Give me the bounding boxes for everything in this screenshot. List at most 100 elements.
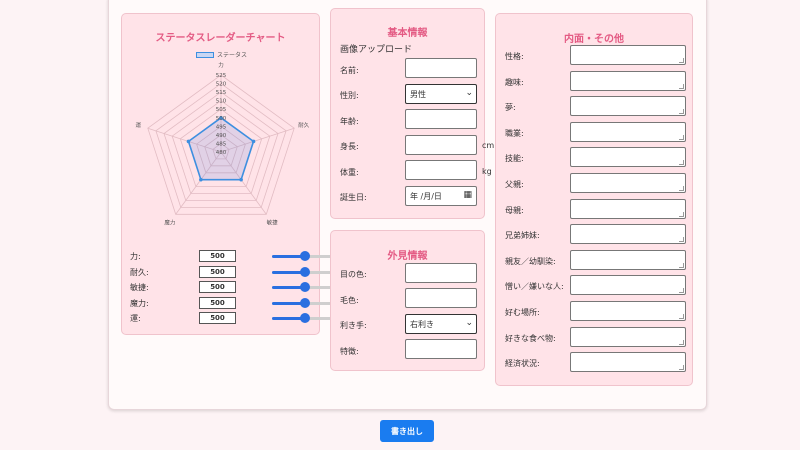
basic-info-title: 基本情報	[387, 28, 428, 39]
inner-field-textarea[interactable]	[570, 275, 686, 296]
weight-unit: kg	[482, 167, 492, 176]
legend-swatch	[196, 51, 214, 58]
calendar-icon: ▦	[463, 190, 472, 200]
radar-point	[186, 139, 191, 144]
radar-legend: ステータス	[196, 50, 247, 59]
name-input[interactable]	[405, 58, 477, 78]
inner-field-label: 趣味:	[505, 77, 524, 87]
inner-field-label: 性格:	[505, 52, 524, 61]
radar-axis-label: 魔力	[164, 218, 175, 226]
image-upload-label[interactable]: 画像アップロード	[340, 42, 412, 55]
inner-field-textarea[interactable]	[570, 198, 686, 219]
eye-color-input[interactable]	[405, 263, 477, 283]
inner-field-label: 好む場所:	[505, 308, 540, 317]
radar-axis-label: 運	[136, 122, 142, 129]
stat-value-input[interactable]: 500	[199, 250, 236, 262]
gender-select[interactable]: 男性 ⌄	[405, 84, 477, 104]
inner-field-label: 兄弟姉妹:	[505, 231, 540, 241]
height-input[interactable]	[405, 135, 477, 155]
inner-field-label: 好きな食べ物:	[505, 333, 556, 343]
chevron-down-icon: ⌄	[465, 318, 473, 328]
stat-slider[interactable]	[272, 297, 337, 309]
inner-field-label: 職業:	[505, 128, 524, 138]
inner-field-textarea[interactable]	[570, 301, 686, 321]
inner-field-label: 憎い／嫌いな人:	[505, 282, 564, 292]
radar-point	[239, 177, 243, 182]
inner-field-label: 親友／幼馴染:	[505, 256, 556, 266]
gender-value: 男性	[410, 89, 426, 99]
radar-tick-label: 520	[216, 82, 227, 88]
legend-label: ステータス	[217, 52, 248, 59]
stat-value-input[interactable]: 500	[199, 312, 236, 324]
handedness-value: 右利き	[410, 319, 434, 329]
appearance-panel: 外見情報 目の色: 毛色: 利き手: 右利き ⌄ 特徴:	[330, 230, 485, 371]
inner-title: 内面・その他	[564, 34, 624, 45]
radar-point	[199, 177, 203, 182]
radar-point	[251, 139, 256, 144]
stat-label: 敏捷:	[130, 283, 149, 292]
inner-field-textarea[interactable]	[570, 121, 686, 142]
age-label: 年齢:	[340, 117, 359, 126]
inner-field-textarea[interactable]	[570, 70, 686, 91]
name-label: 名前:	[340, 66, 359, 75]
radar-tick-label: 515	[216, 90, 227, 96]
stat-label: 力:	[130, 252, 141, 261]
inner-field-label: 夢:	[505, 103, 516, 113]
weight-label: 体重:	[340, 168, 359, 177]
stat-value-input[interactable]: 500	[199, 296, 236, 309]
inner-field-textarea[interactable]	[570, 224, 686, 245]
stat-label: 耐久:	[130, 267, 149, 277]
hair-color-input[interactable]	[405, 288, 477, 308]
inner-field-label: 経済状況:	[505, 359, 540, 369]
features-label: 特徴:	[340, 347, 359, 356]
inner-field-label: 母親:	[505, 205, 524, 215]
inner-field-label: 父親:	[505, 180, 524, 189]
stat-slider[interactable]	[272, 312, 337, 324]
radar-tick-label: 500	[216, 116, 227, 122]
gender-label: 性別:	[340, 91, 359, 100]
hair-color-label: 毛色:	[340, 296, 359, 305]
stat-slider[interactable]	[272, 281, 337, 293]
radar-chart: 525 520 515 510 505 500 495 490 485 480 力耐久敏捷 魔力 運	[136, 61, 310, 226]
inner-field-textarea[interactable]	[570, 352, 686, 373]
inner-field-textarea[interactable]	[570, 96, 686, 117]
radar-tick-label: 525	[216, 73, 227, 79]
export-button[interactable]: 書き出し	[380, 420, 434, 442]
radar-tick-label: 485	[216, 141, 227, 147]
handedness-select[interactable]: 右利き ⌄	[405, 314, 477, 334]
radar-axis-label: 力	[218, 61, 224, 69]
basic-info-panel: 基本情報 画像アップロード 名前: 性別: 男性 ⌄ 年齢: 身長: cm 体重:…	[330, 8, 494, 219]
stat-label: 魔力:	[130, 298, 149, 308]
inner-panel: 内面・その他 性格: 趣味: 夢: 職業: 技能: 父親: 母親: 兄弟姉妹: 親友／幼馴染: 憎…	[495, 13, 693, 386]
eye-color-label: 目の色:	[340, 270, 367, 279]
radar-tick-label: 505	[216, 107, 227, 113]
stat-value-input[interactable]: 500	[199, 281, 236, 293]
radar-axis-label: 敏捷	[267, 218, 279, 226]
inner-field-textarea[interactable]	[570, 173, 686, 193]
radar-title: ステータスレーダーチャート	[155, 33, 286, 44]
radar-panel: ステータスレーダーチャート ステータス 525 520 515 510 505 500 49…	[121, 13, 337, 335]
inner-field-textarea[interactable]	[570, 326, 686, 347]
stat-slider[interactable]	[272, 266, 337, 278]
birthday-input[interactable]: 年 /月/日 ▦	[405, 186, 477, 206]
birthday-label: 誕生日:	[340, 193, 367, 202]
features-input[interactable]	[405, 339, 477, 359]
inner-field-textarea[interactable]	[570, 45, 686, 65]
stat-value-input[interactable]: 500	[199, 265, 236, 278]
age-input[interactable]	[405, 109, 477, 129]
radar-tick-label: 490	[216, 133, 227, 139]
stat-slider[interactable]	[272, 250, 337, 262]
inner-field-label: 技能:	[505, 154, 524, 164]
weight-input[interactable]	[405, 160, 477, 180]
radar-tick-label: 510	[216, 99, 227, 105]
inner-field-textarea[interactable]	[570, 147, 686, 168]
height-unit: cm	[482, 141, 495, 150]
handedness-label: 利き手:	[340, 321, 367, 330]
radar-axis-label: 耐久	[298, 121, 310, 129]
chevron-down-icon: ⌄	[465, 88, 473, 98]
stat-label: 運:	[130, 314, 141, 323]
height-label: 身長:	[340, 142, 359, 151]
birthday-placeholder: 年 /月/日	[410, 191, 442, 201]
radar-tick-label: 495	[216, 124, 227, 130]
inner-field-textarea[interactable]	[570, 249, 686, 270]
